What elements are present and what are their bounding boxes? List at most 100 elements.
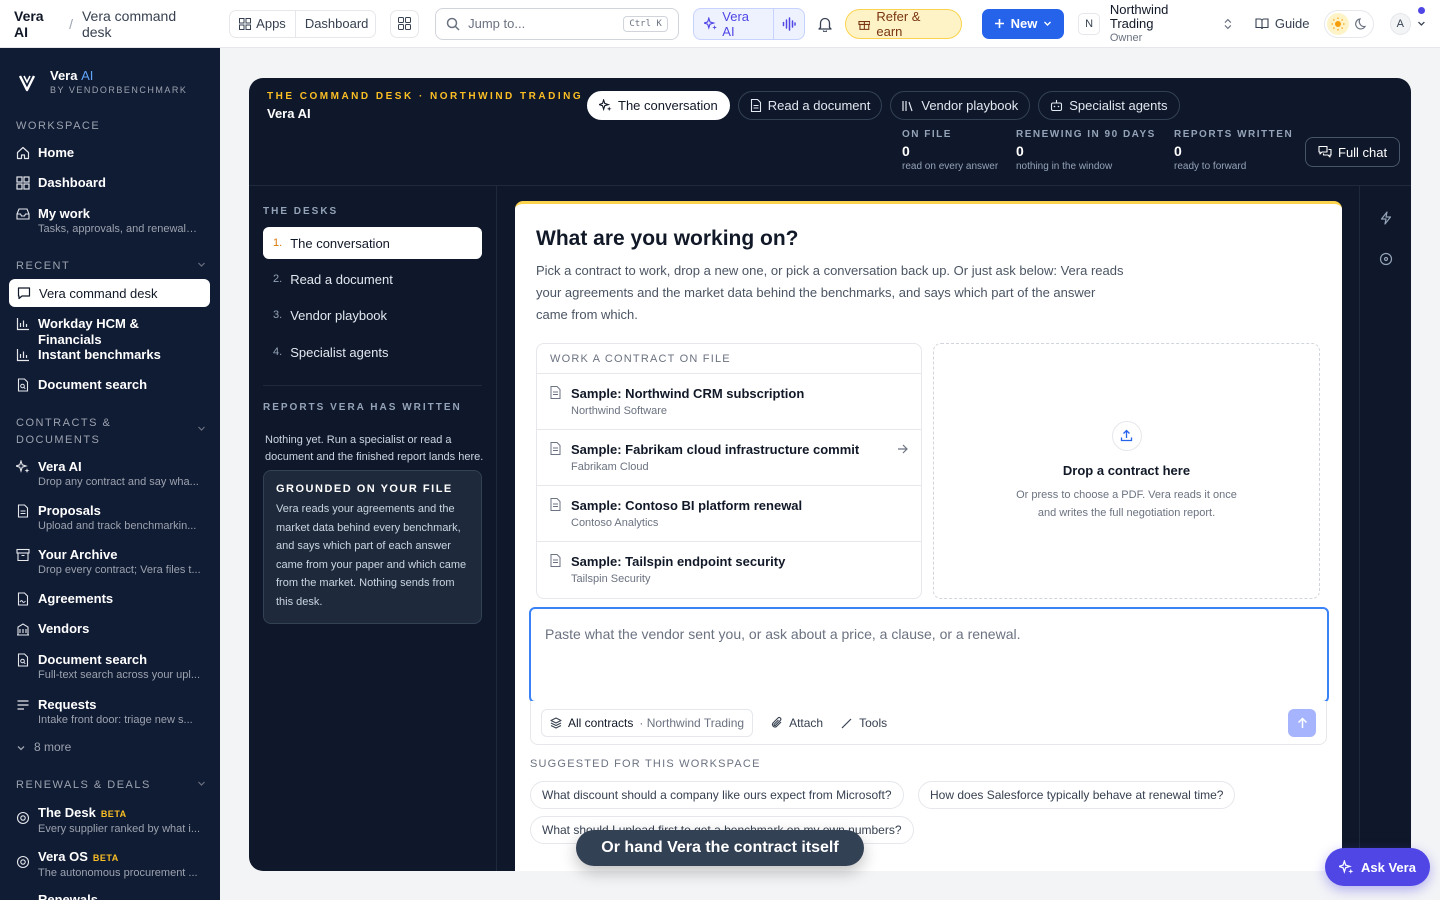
chevron-down-icon [198, 781, 205, 786]
tab-label: The conversation [618, 98, 718, 113]
sidebar-item-proposals[interactable]: Proposals Upload and track benchmarkin... [16, 503, 206, 533]
sidebar-item-vera-ai[interactable]: Vera AI Drop any contract and say wha... [16, 459, 206, 489]
brand[interactable]: Vera AI BY VENDORBENCHMARK [18, 68, 187, 96]
tab-vendor-playbook[interactable]: Vendor playbook [890, 91, 1031, 120]
sidebar-more-button[interactable]: 8 more [16, 740, 206, 754]
suggestions-label: SUGGESTED FOR THIS WORKSPACE [530, 758, 761, 770]
desk-tabs: The conversation Read a document Vendor … [587, 91, 1180, 120]
full-chat-button[interactable]: Full chat [1305, 137, 1401, 167]
user-avatar[interactable]: A [1389, 12, 1412, 35]
sidebar-item-label: Home [38, 145, 75, 160]
hand-over-contract-button[interactable]: Or hand Vera the contract itself [576, 830, 864, 866]
sidebar-item-home[interactable]: Home [16, 145, 206, 161]
breadcrumb-app[interactable]: Vera AI [14, 8, 60, 40]
tab-read-a-document[interactable]: Read a document [737, 91, 883, 120]
vera-ai-label: Vera AI [722, 8, 750, 39]
beta-badge: BETA [92, 853, 119, 863]
send-button[interactable] [1288, 708, 1316, 737]
dashboard-button[interactable]: Dashboard [294, 10, 375, 37]
renewals-section-label[interactable]: RENEWALS & DEALS [16, 779, 206, 791]
chevron-updown-icon [1224, 18, 1232, 29]
contract-row[interactable]: Sample: Contoso BI platform renewal Conto… [537, 486, 921, 542]
sidebar-item-requests[interactable]: Requests Intake front door: triage new s.… [16, 697, 206, 727]
desk-vendor-playbook[interactable]: 3. Vendor playbook [263, 299, 482, 331]
scope-org: · Northwind Trading [639, 715, 745, 730]
suggestion-chip[interactable]: What discount should a company like ours… [530, 781, 904, 809]
stat-renewing: RENEWING IN 90 DAYS 0 nothing in the win… [1016, 129, 1156, 172]
contract-dropzone[interactable]: Drop a contract here Or press to choose … [933, 343, 1320, 599]
new-button[interactable]: New [981, 8, 1065, 39]
upload-icon [1111, 420, 1142, 451]
bar-chart-icon [16, 318, 29, 331]
sidebar-item-vendors[interactable]: Vendors [16, 621, 206, 637]
breadcrumb-page: Vera command desk [81, 7, 177, 40]
sidebar-item-my-work[interactable]: My work Tasks, approvals, and renewals ..… [16, 206, 206, 236]
desk-number: 1. [273, 237, 283, 249]
layout-button[interactable] [389, 9, 420, 38]
sidebar-item-label: Agreements [38, 591, 114, 606]
sidebar-item-the-desk[interactable]: The Desk BETA Every supplier ranked by wha… [16, 805, 206, 836]
desk-specialist-agents[interactable]: 4. Specialist agents [263, 336, 482, 368]
sidebar-item-instant-benchmarks[interactable]: Instant benchmarks [16, 347, 206, 363]
zap-icon[interactable] [1379, 211, 1393, 225]
vera-ai-toggle: Vera AI [692, 7, 805, 40]
attach-button[interactable]: Attach [771, 716, 823, 730]
tools-button[interactable]: Tools [841, 716, 887, 730]
suggestion-chip[interactable]: How does Salesforce typically behave at … [918, 781, 1236, 809]
sidebar: Vera AI BY VENDORBENCHMARK WORKSPACE Hom… [0, 48, 220, 900]
desk-read-a-document[interactable]: 2. Read a document [263, 263, 482, 295]
jump-search[interactable]: Jump to... Ctrl K [435, 7, 679, 40]
more-label: 8 more [34, 740, 72, 754]
apps-button[interactable]: Apps [230, 11, 295, 37]
contract-row[interactable]: Sample: Tailspin endpoint security Tailsp… [537, 542, 921, 598]
sidebar-item-dashboard[interactable]: Dashboard [16, 175, 206, 191]
stat-label: RENEWING IN 90 DAYS [1016, 129, 1156, 140]
org-switcher[interactable]: N Northwind Trading Owner [1078, 2, 1233, 45]
sidebar-item-document-search-2[interactable]: Document search Full-text search across y… [16, 652, 206, 682]
card-kicker: THE COMMAND DESK · NORTHWIND TRADING [267, 91, 584, 102]
notifications-button[interactable] [817, 16, 833, 32]
contract-vendor: Tailspin Security [571, 573, 651, 585]
composer-input[interactable]: Paste what the vendor sent you, or ask a… [529, 607, 1329, 703]
moon-icon [1354, 17, 1366, 30]
guide-button[interactable]: Guide [1255, 16, 1310, 31]
contract-row[interactable]: Sample: Fabrikam cloud infrastructure co… [537, 430, 921, 486]
sidebar-item-label: Workday HCM & Financials [38, 316, 139, 347]
sidebar-item-document-search[interactable]: Document search [16, 377, 206, 393]
sidebar-item-agreements[interactable]: Agreements [16, 591, 206, 607]
refer-earn-button[interactable]: Refer & earn [844, 8, 962, 39]
sparkles-icon [599, 99, 612, 112]
layout-grid-icon [397, 17, 411, 30]
chevron-down-icon [198, 426, 205, 431]
reports-label: REPORTS VERA HAS WRITTEN [263, 402, 462, 413]
apps-dashboard-switch: Apps Dashboard [229, 9, 376, 38]
voice-button[interactable] [772, 8, 804, 39]
sidebar-item-label: Document search [38, 652, 148, 667]
tab-specialist-agents[interactable]: Specialist agents [1038, 91, 1180, 120]
contract-vendor: Northwind Software [571, 405, 667, 417]
recent-section-label[interactable]: RECENT [16, 260, 206, 272]
sidebar-item-renewals[interactable]: Renewals [38, 892, 220, 900]
theme-toggle[interactable] [1323, 9, 1374, 38]
crosshair-icon[interactable] [1379, 252, 1393, 266]
guide-label: Guide [1274, 16, 1310, 31]
org-info: Northwind Trading Owner [1110, 2, 1213, 45]
sidebar-item-workday[interactable]: Workday HCM & Financials [16, 316, 206, 348]
search-shortcut: Ctrl K [623, 15, 668, 32]
brand-title: Vera AI [50, 68, 187, 84]
sidebar-item-your-archive[interactable]: Your Archive Drop every contract; Vera fi… [16, 547, 206, 577]
desk-the-conversation[interactable]: 1. The conversation [263, 227, 482, 259]
contract-row[interactable]: Sample: Northwind CRM subscription Northw… [537, 374, 921, 430]
contracts-section-label[interactable]: CONTRACTS & DOCUMENTS [16, 415, 206, 449]
sidebar-item-vera-os[interactable]: Vera OS BETA The autonomous procurement ..… [16, 849, 206, 880]
sidebar-item-vera-command-desk[interactable]: Vera command desk [9, 279, 210, 307]
chevron-down-icon[interactable] [1417, 19, 1426, 28]
sidebar-item-sub: Tasks, approvals, and renewals ... [38, 223, 202, 235]
vera-ai-button[interactable]: Vera AI [694, 9, 773, 39]
tab-label: Specialist agents [1069, 98, 1168, 113]
scope-selector[interactable]: All contracts · Northwind Trading [541, 708, 754, 737]
bot-icon [1051, 100, 1063, 112]
ask-vera-button[interactable]: Ask Vera [1325, 848, 1430, 886]
tab-the-conversation[interactable]: The conversation [587, 91, 730, 120]
stat-reports-written: REPORTS WRITTEN 0 ready to forward [1174, 129, 1293, 172]
